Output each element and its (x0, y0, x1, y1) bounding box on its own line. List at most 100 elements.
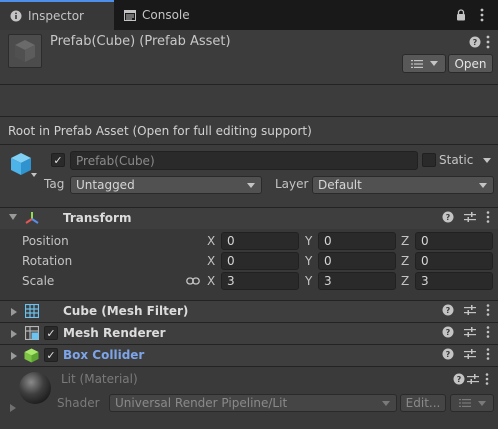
mesh-filter-grid-icon (25, 304, 39, 318)
material-sphere-preview (18, 371, 52, 405)
help-icon[interactable]: ? (442, 348, 454, 360)
position-y-field[interactable]: 0 (318, 232, 396, 250)
component-menu-icon[interactable] (486, 211, 490, 223)
help-icon[interactable]: ? (442, 326, 454, 338)
foldout-expanded-icon[interactable] (9, 214, 17, 220)
rotation-y-field[interactable]: 0 (318, 252, 396, 270)
help-icon[interactable]: ? (453, 373, 465, 385)
prefab-notice: Root in Prefab Asset (Open for full edit… (0, 117, 498, 145)
component-menu-icon[interactable] (486, 326, 490, 338)
material-section: Lit (Material) ? Shader Universal Render… (0, 366, 498, 429)
gameobject-name-field[interactable]: Prefab(Cube) (70, 151, 418, 170)
help-icon[interactable]: ? (442, 211, 454, 223)
prefab-options-dropdown[interactable] (402, 54, 446, 73)
position-z-field[interactable]: 0 (415, 232, 493, 250)
layer-dropdown[interactable]: Default (312, 176, 494, 194)
chevron-down-icon (477, 400, 486, 406)
scale-y-axis-label[interactable]: Y (305, 274, 312, 288)
foldout-collapsed-icon[interactable] (11, 330, 17, 338)
static-label: Static (439, 153, 474, 167)
tab-console[interactable]: Console (114, 0, 224, 30)
preset-sliders-icon[interactable] (464, 326, 476, 338)
header-menu-icon[interactable] (486, 35, 490, 49)
help-icon[interactable]: ? (442, 304, 454, 316)
scale-label: Scale (22, 274, 55, 288)
edit-shader-button[interactable]: Edit... (400, 394, 446, 412)
prefab-header: Prefab(Cube) (Prefab Asset) ? Open (0, 30, 498, 117)
kebab-menu-icon[interactable] (480, 8, 484, 22)
gameobject-header: ✓ Prefab(Cube) Static Tag Untagged Layer… (0, 145, 498, 208)
material-foldout-icon[interactable] (10, 404, 16, 412)
material-title: Lit (Material) (61, 372, 138, 386)
transform-body: Position X 0 Y 0 Z 0 Rotation X 0 Y 0 Z … (0, 229, 498, 301)
rotation-z-field[interactable]: 0 (415, 252, 493, 270)
svg-text:?: ? (446, 213, 451, 222)
scale-y-field[interactable]: 3 (318, 272, 396, 290)
tag-chevron-icon (247, 183, 255, 188)
box-collider-enabled-checkbox[interactable]: ✓ (44, 348, 58, 362)
info-icon (10, 10, 22, 22)
tab-inspector[interactable]: Inspector (0, 0, 114, 30)
component-menu-icon[interactable] (486, 348, 490, 360)
open-prefab-button[interactable]: Open (448, 54, 493, 73)
mesh-renderer-title: Mesh Renderer (63, 326, 166, 340)
layer-value: Default (318, 178, 362, 192)
svg-text:?: ? (446, 350, 451, 359)
preset-sliders-icon[interactable] (467, 373, 479, 385)
shader-chevron-icon (382, 401, 390, 406)
scale-x-axis-label[interactable]: X (207, 274, 215, 288)
box-collider-header[interactable]: ✓ Box Collider ? (0, 344, 498, 366)
gameobject-active-checkbox[interactable]: ✓ (51, 153, 65, 167)
static-checkbox[interactable] (422, 153, 436, 167)
mesh-renderer-enabled-checkbox[interactable]: ✓ (44, 326, 58, 340)
help-icon[interactable]: ? (469, 36, 481, 48)
box-collider-title: Box Collider (63, 348, 145, 362)
position-label: Position (22, 234, 69, 248)
console-icon (124, 9, 136, 21)
svg-text:?: ? (446, 328, 451, 337)
tag-dropdown[interactable]: Untagged (70, 176, 262, 194)
transform-title: Transform (63, 211, 132, 225)
tag-value: Untagged (76, 178, 135, 192)
gameobject-cube-icon[interactable] (10, 152, 32, 176)
list-icon (410, 59, 425, 69)
rotation-x-axis-label[interactable]: X (207, 254, 215, 268)
foldout-collapsed-icon[interactable] (11, 308, 17, 316)
preset-sliders-icon[interactable] (464, 304, 476, 316)
icon-picker-chevron-icon[interactable] (31, 173, 37, 177)
tab-console-label: Console (142, 8, 190, 22)
box-collider-cube-icon (24, 348, 39, 363)
tab-bar: Inspector Console (0, 0, 498, 30)
link-constrain-icon[interactable] (186, 276, 200, 286)
shader-value: Universal Render Pipeline/Lit (115, 396, 288, 410)
transform-header-icons: ? (442, 211, 490, 223)
rotation-x-field[interactable]: 0 (221, 252, 299, 270)
prefab-thumbnail (8, 34, 42, 68)
chevron-down-icon (429, 61, 438, 66)
position-x-axis-label[interactable]: X (207, 234, 215, 248)
shader-dropdown[interactable]: Universal Render Pipeline/Lit (109, 394, 397, 412)
preset-sliders-icon[interactable] (464, 211, 476, 223)
rotation-z-axis-label[interactable]: Z (401, 254, 409, 268)
static-dropdown-chevron-icon[interactable] (483, 158, 491, 163)
rotation-y-axis-label[interactable]: Y (305, 254, 312, 268)
prefab-title: Prefab(Cube) (Prefab Asset) (50, 34, 231, 49)
mesh-filter-header[interactable]: Cube (Mesh Filter) ? (0, 300, 498, 322)
scale-z-axis-label[interactable]: Z (401, 274, 409, 288)
mesh-renderer-header[interactable]: ✓ Mesh Renderer ? (0, 322, 498, 344)
position-z-axis-label[interactable]: Z (401, 234, 409, 248)
position-y-axis-label[interactable]: Y (305, 234, 312, 248)
transform-header[interactable]: Transform ? (0, 207, 498, 229)
shader-options-dropdown[interactable] (450, 394, 494, 412)
scale-x-field[interactable]: 3 (221, 272, 299, 290)
box-collider-header-icons: ? (442, 348, 490, 360)
header-divider (0, 84, 498, 85)
foldout-collapsed-icon[interactable] (11, 352, 17, 360)
preset-sliders-icon[interactable] (464, 348, 476, 360)
component-menu-icon[interactable] (486, 304, 490, 316)
position-x-field[interactable]: 0 (221, 232, 299, 250)
rotation-label: Rotation (22, 254, 73, 268)
scale-z-field[interactable]: 3 (415, 272, 493, 290)
component-menu-icon[interactable] (485, 373, 489, 385)
lock-icon[interactable] (456, 9, 466, 21)
